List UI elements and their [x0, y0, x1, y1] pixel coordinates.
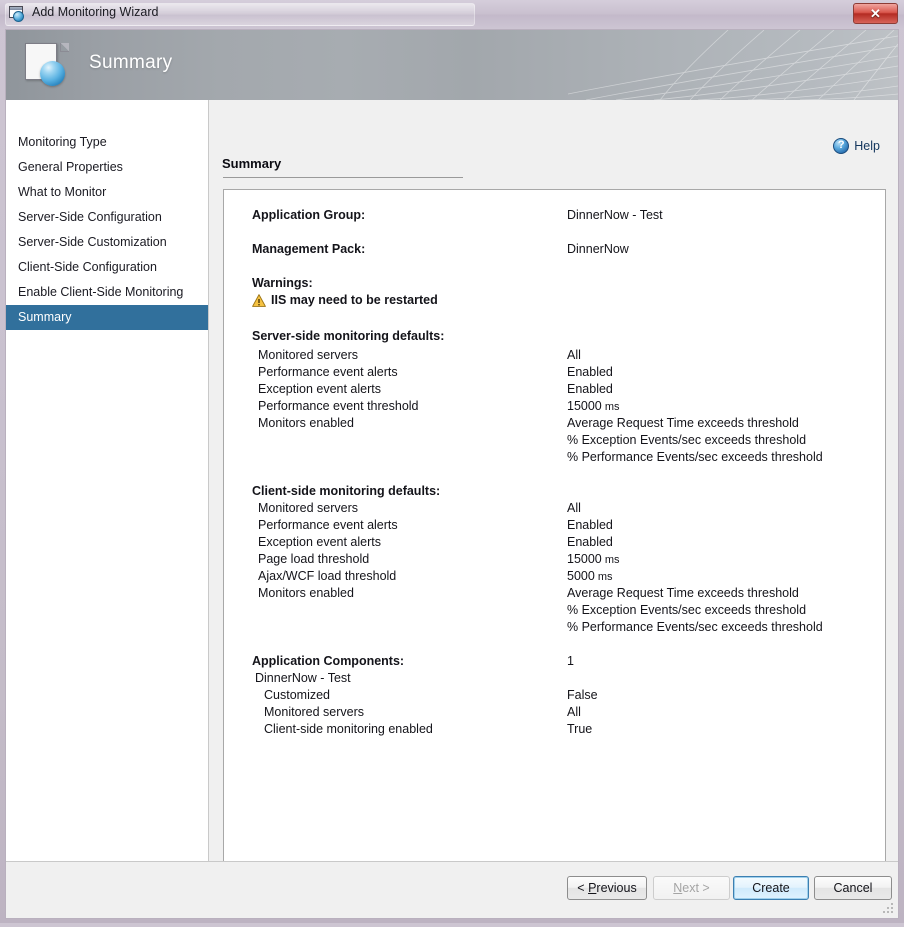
component-monitored-servers-value: All [567, 705, 581, 719]
sidebar-item-label: Enable Client-Side Monitoring [18, 285, 183, 299]
sidebar-item-label: Server-Side Configuration [18, 210, 162, 224]
component-customized-label: Customized [264, 688, 330, 702]
server-performance-alerts-value: Enabled [567, 365, 613, 379]
client-ajax-threshold-value: 5000 ms [567, 569, 613, 583]
summary-panel: Application Group: DinnerNow - Test Mana… [223, 189, 886, 868]
application-components-count: 1 [567, 654, 574, 668]
sidebar-item-label: General Properties [18, 160, 123, 174]
page-title-divider [223, 177, 463, 178]
sidebar-item-label: What to Monitor [18, 185, 106, 199]
sidebar-item-label: Summary [18, 310, 71, 324]
warning-triangle-icon [252, 294, 266, 307]
application-group-label: Application Group: [252, 208, 365, 222]
server-monitored-servers-value: All [567, 348, 581, 362]
warning-item: IIS may need to be restarted [252, 293, 438, 307]
sidebar-item-general-properties[interactable]: General Properties [6, 155, 208, 180]
server-performance-threshold-value: 15000 ms [567, 399, 620, 413]
threshold-number: 15000 [567, 399, 602, 413]
component-monitored-servers-label: Monitored servers [264, 705, 364, 719]
create-button-label: Create [752, 881, 790, 895]
server-monitors-enabled-value: Average Request Time exceeds threshold [567, 416, 799, 430]
client-area: Summary Monitoring Type General Properti… [5, 29, 899, 919]
question-mark-icon: ? [833, 138, 849, 154]
page-title: Summary [222, 156, 281, 171]
threshold-unit: ms [598, 571, 613, 583]
client-defaults-heading: Client-side monitoring defaults: [252, 484, 440, 498]
server-performance-alerts-label: Performance event alerts [258, 365, 398, 379]
create-button[interactable]: Create [733, 876, 809, 900]
management-pack-value: DinnerNow [567, 242, 629, 256]
close-icon: ✕ [870, 7, 881, 20]
client-performance-alerts-label: Performance event alerts [258, 518, 398, 532]
help-label: Help [854, 139, 880, 153]
client-monitored-servers-label: Monitored servers [258, 501, 358, 515]
threshold-number: 5000 [567, 569, 595, 583]
component-client-side-enabled-label: Client-side monitoring enabled [264, 722, 433, 736]
component-customized-value: False [567, 688, 598, 702]
wizard-banner: Summary [6, 30, 898, 100]
client-monitored-servers-value: All [567, 501, 581, 515]
cancel-button[interactable]: Cancel [814, 876, 892, 900]
sidebar-item-label: Monitoring Type [18, 135, 107, 149]
client-monitors-enabled-extra: % Exception Events/sec exceeds threshold [567, 603, 806, 617]
client-page-load-threshold-label: Page load threshold [258, 552, 369, 566]
warnings-heading: Warnings: [252, 276, 313, 290]
warning-text: IIS may need to be restarted [271, 293, 438, 307]
close-button[interactable]: ✕ [853, 3, 898, 24]
component-client-side-enabled-value: True [567, 722, 592, 736]
server-exception-alerts-label: Exception event alerts [258, 382, 381, 396]
server-monitors-enabled-label: Monitors enabled [258, 416, 354, 430]
page-sphere-icon [25, 43, 69, 87]
wizard-step-list: Monitoring Type General Properties What … [6, 100, 209, 893]
sidebar-item-server-side-customization[interactable]: Server-Side Customization [6, 230, 208, 255]
banner-mesh-decoration [568, 30, 898, 100]
client-monitors-enabled-label: Monitors enabled [258, 586, 354, 600]
help-link[interactable]: ? Help [833, 138, 880, 154]
main-pane: ? Help Summary Application Group: Dinner… [210, 100, 898, 893]
threshold-number: 15000 [567, 552, 602, 566]
sidebar-item-monitoring-type[interactable]: Monitoring Type [6, 130, 208, 155]
threshold-unit: ms [605, 401, 620, 413]
title-bar: Add Monitoring Wizard ✕ [0, 0, 904, 29]
application-group-value: DinnerNow - Test [567, 208, 663, 222]
sidebar-item-summary[interactable]: Summary [6, 305, 208, 330]
client-exception-alerts-value: Enabled [567, 535, 613, 549]
server-exception-alerts-value: Enabled [567, 382, 613, 396]
management-pack-label: Management Pack: [252, 242, 365, 256]
application-components-heading: Application Components: [252, 654, 404, 668]
client-performance-alerts-value: Enabled [567, 518, 613, 532]
client-monitors-enabled-extra: % Performance Events/sec exceeds thresho… [567, 620, 823, 634]
server-monitors-enabled-extra: % Exception Events/sec exceeds threshold [567, 433, 806, 447]
client-exception-alerts-label: Exception event alerts [258, 535, 381, 549]
next-button[interactable]: Next > [653, 876, 730, 900]
sidebar-item-label: Server-Side Customization [18, 235, 167, 249]
sidebar-item-server-side-configuration[interactable]: Server-Side Configuration [6, 205, 208, 230]
cancel-button-label: Cancel [834, 881, 873, 895]
previous-button-label: < Previous [577, 881, 636, 895]
sidebar-item-client-side-configuration[interactable]: Client-Side Configuration [6, 255, 208, 280]
server-monitored-servers-label: Monitored servers [258, 348, 358, 362]
wizard-window: Add Monitoring Wizard ✕ [0, 0, 904, 927]
wizard-footer: < Previous Next > Create Cancel [6, 861, 898, 918]
server-defaults-heading: Server-side monitoring defaults: [252, 329, 444, 343]
sidebar-item-label: Client-Side Configuration [18, 260, 157, 274]
banner-title: Summary [89, 52, 172, 74]
server-performance-threshold-label: Performance event threshold [258, 399, 419, 413]
threshold-unit: ms [605, 554, 620, 566]
client-page-load-threshold-value: 15000 ms [567, 552, 620, 566]
sidebar-item-what-to-monitor[interactable]: What to Monitor [6, 180, 208, 205]
client-monitors-enabled-value: Average Request Time exceeds threshold [567, 586, 799, 600]
component-name: DinnerNow - Test [255, 671, 351, 685]
window-globe-icon [9, 6, 26, 22]
previous-button[interactable]: < Previous [567, 876, 647, 900]
client-ajax-threshold-label: Ajax/WCF load threshold [258, 569, 396, 583]
window-title: Add Monitoring Wizard [32, 5, 158, 19]
resize-grip[interactable] [882, 902, 895, 915]
sidebar-item-enable-client-side-monitoring[interactable]: Enable Client-Side Monitoring [6, 280, 208, 305]
next-button-label: Next > [673, 881, 709, 895]
server-monitors-enabled-extra: % Performance Events/sec exceeds thresho… [567, 450, 823, 464]
